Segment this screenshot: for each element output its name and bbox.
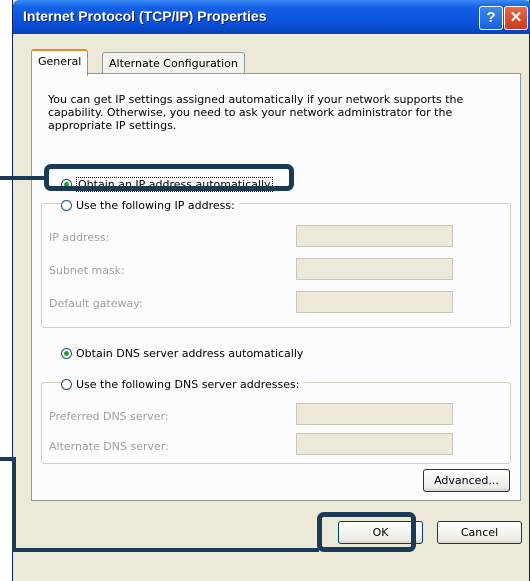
use-following-ip-radio[interactable]: Use the following IP address: xyxy=(61,196,239,214)
tab-general[interactable]: General xyxy=(31,49,89,76)
subnet-mask-input[interactable] xyxy=(296,258,453,280)
radio-unselected-icon xyxy=(61,199,72,211)
subnet-mask-label: Subnet mask: xyxy=(49,264,125,277)
callout-line-vertical xyxy=(12,457,16,552)
alternate-dns-input[interactable] xyxy=(296,433,453,455)
window-title: Internet Protocol (TCP/IP) Properties xyxy=(23,8,267,24)
help-button[interactable]: ? xyxy=(479,6,503,30)
radio-unselected-icon xyxy=(61,378,72,390)
description-text: You can get IP settings assigned automat… xyxy=(48,93,464,132)
tab-alternate-configuration[interactable]: Alternate Configuration xyxy=(102,52,245,75)
ip-address-label: IP address: xyxy=(49,231,110,244)
alternate-dns-label: Alternate DNS server: xyxy=(49,440,169,453)
callout-line-horizontal xyxy=(12,548,319,552)
callout-line-bottom xyxy=(0,457,12,461)
ip-address-input[interactable] xyxy=(296,225,453,247)
ok-button-highlight-callout xyxy=(317,512,416,552)
dialog-window: Internet Protocol (TCP/IP) Properties ? … xyxy=(12,0,530,581)
advanced-button[interactable]: Advanced... xyxy=(423,469,510,492)
obtain-dns-auto-label: Obtain DNS server address automatically xyxy=(76,346,304,360)
obtain-ip-highlight-callout xyxy=(44,164,294,191)
close-button[interactable]: ✕ xyxy=(504,6,528,30)
use-following-dns-label: Use the following DNS server addresses: xyxy=(76,377,300,391)
radio-selected-icon xyxy=(61,347,72,359)
preferred-dns-label: Preferred DNS server: xyxy=(49,410,169,423)
callout-line-top xyxy=(0,176,46,180)
cancel-button[interactable]: Cancel xyxy=(437,521,522,544)
obtain-dns-auto-radio[interactable]: Obtain DNS server address automatically xyxy=(61,344,308,362)
use-following-dns-radio[interactable]: Use the following DNS server addresses: xyxy=(61,375,304,393)
use-following-ip-label: Use the following IP address: xyxy=(76,198,235,212)
title-bar[interactable]: Internet Protocol (TCP/IP) Properties ? … xyxy=(13,0,530,34)
preferred-dns-input[interactable] xyxy=(296,403,453,425)
default-gateway-input[interactable] xyxy=(296,291,453,313)
default-gateway-label: Default gateway: xyxy=(49,297,143,310)
